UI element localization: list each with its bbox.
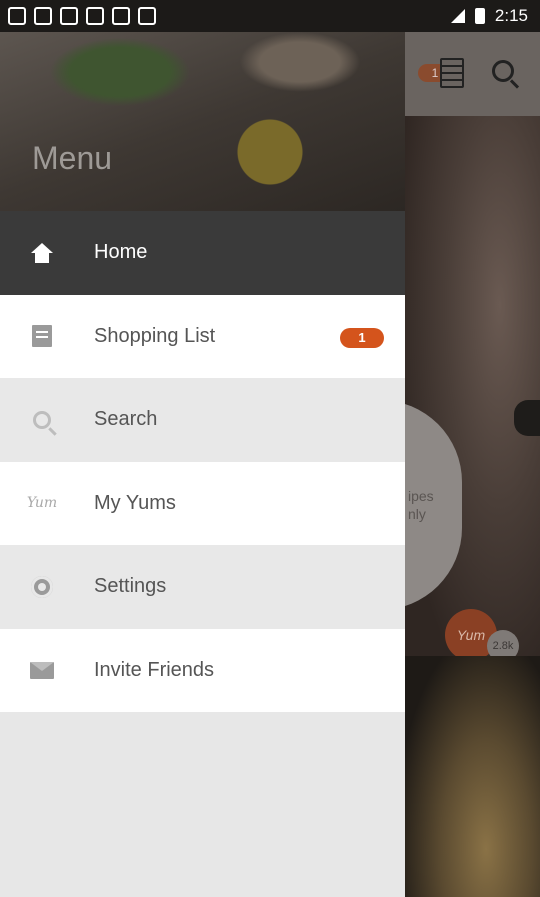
notification-icon [60,7,78,25]
search-icon [33,410,51,429]
menu-item-shopping-list[interactable]: Shopping List 1 [0,294,405,378]
menu-item-label: Home [94,241,148,264]
count-badge: 1 [340,327,384,348]
gear-icon [31,575,53,598]
notification-icon [34,7,52,25]
status-time: 2:15 [494,6,528,25]
status-bar: 2:15 [0,0,540,32]
menu-item-search[interactable]: Search [0,378,405,462]
notification-icon [138,7,156,25]
shopping-list-icon[interactable] [440,58,464,88]
menu-item-home[interactable]: Home [0,211,405,295]
search-icon[interactable] [492,60,514,82]
notification-icon [8,7,26,25]
notification-icon [112,7,130,25]
menu-item-label: Invite Friends [94,658,215,681]
menu-item-label: My Yums [94,491,176,514]
battery-icon [474,8,485,24]
menu-item-settings[interactable]: Settings [0,545,405,629]
list-icon [32,325,52,348]
yum-icon: Yum [26,495,58,512]
signal-icon [450,9,465,23]
mail-icon [30,661,54,679]
notification-icon [86,7,104,25]
home-icon [31,242,53,263]
recipe-image[interactable] [405,656,540,897]
menu-item-label: Settings [94,575,167,598]
menu-item-my-yums[interactable]: Yum My Yums [0,461,405,545]
menu-item-label: Search [94,408,158,431]
navigation-drawer: Menu Home Shopping List 1 Search Yum My … [0,32,405,897]
menu-item-invite-friends[interactable]: Invite Friends [0,628,405,712]
menu-item-label: Shopping List [94,324,216,347]
tooltip-text: ipes nly [408,488,434,522]
drawer-title: Menu [32,140,113,176]
expand-button[interactable] [514,400,540,436]
drawer-header: Menu [0,32,405,211]
